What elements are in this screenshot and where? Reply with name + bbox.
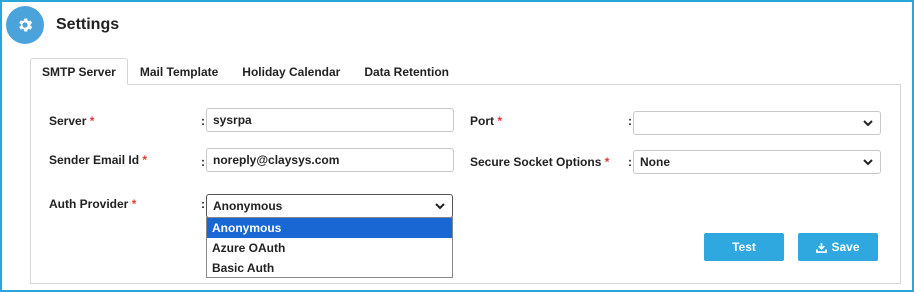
port-label: Port * — [470, 114, 503, 128]
colon: : — [628, 114, 632, 128]
secure-socket-value: None — [640, 155, 670, 169]
tab-smtp-server[interactable]: SMTP Server — [30, 58, 128, 85]
auth-provider-dropdown: Anonymous Azure OAuth Basic Auth — [206, 217, 453, 278]
dropdown-option-azure-oauth[interactable]: Azure OAuth — [207, 238, 452, 258]
colon: : — [628, 155, 632, 169]
sender-email-input[interactable] — [206, 148, 454, 172]
settings-window: Settings SMTP Server Mail Template Holid… — [0, 0, 914, 292]
colon: : — [201, 155, 205, 169]
secure-socket-select[interactable]: None — [633, 150, 881, 174]
auth-provider-value: Anonymous — [213, 199, 283, 213]
dropdown-option-anonymous[interactable]: Anonymous — [207, 218, 452, 238]
save-button-label: Save — [831, 240, 860, 254]
chevron-down-icon — [862, 156, 874, 171]
settings-tabs: SMTP Server Mail Template Holiday Calend… — [30, 58, 461, 85]
auth-provider-label: Auth Provider * — [49, 197, 137, 211]
page-header: Settings — [6, 6, 119, 44]
page-title: Settings — [56, 16, 120, 33]
tab-holiday-calendar[interactable]: Holiday Calendar — [230, 58, 352, 84]
colon: : — [201, 114, 205, 128]
auth-provider-select[interactable]: Anonymous — [206, 194, 453, 218]
test-button[interactable]: Test — [704, 233, 784, 261]
secure-socket-label: Secure Socket Options * — [470, 155, 610, 169]
tab-data-retention[interactable]: Data Retention — [352, 58, 461, 84]
dropdown-option-basic-auth[interactable]: Basic Auth — [207, 258, 452, 278]
server-label: Server * — [49, 114, 95, 128]
gear-icon — [6, 6, 44, 44]
server-input[interactable] — [206, 108, 454, 132]
tab-mail-template[interactable]: Mail Template — [128, 58, 230, 84]
chevron-down-icon — [862, 117, 874, 132]
colon: : — [201, 197, 205, 211]
sender-email-label: Sender Email Id * — [49, 153, 148, 167]
chevron-down-icon — [434, 200, 446, 215]
port-select[interactable] — [633, 111, 881, 135]
save-button[interactable]: Save — [798, 233, 878, 261]
test-button-label: Test — [732, 240, 756, 254]
download-icon — [816, 242, 828, 253]
